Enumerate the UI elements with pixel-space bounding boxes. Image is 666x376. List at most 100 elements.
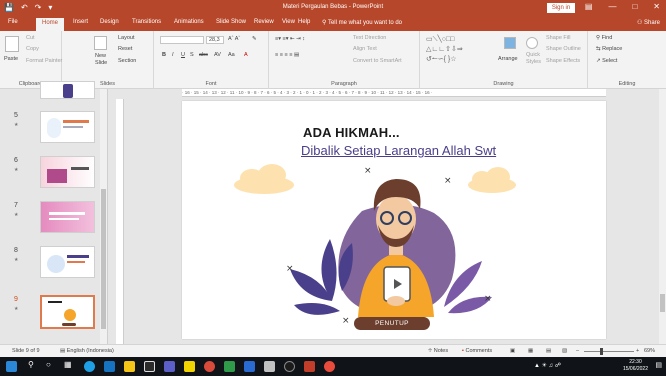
text-direction-button[interactable]: Text Direction xyxy=(353,35,386,41)
maximize-icon[interactable]: □ xyxy=(632,2,637,11)
layout-button[interactable]: Layout xyxy=(118,35,135,41)
slide-subtitle[interactable]: Dibalik Setiap Larangan Allah Swt xyxy=(301,143,496,158)
shape-fill-button[interactable]: Shape Fill xyxy=(546,35,570,41)
zoom-in-icon[interactable]: + xyxy=(636,348,639,354)
search-icon[interactable]: ⚲ xyxy=(28,360,34,369)
tab-help[interactable]: Help xyxy=(298,19,310,25)
new-slide-icon[interactable] xyxy=(94,36,107,50)
task-view-icon[interactable]: ▦ xyxy=(64,360,72,369)
strikethrough-button[interactable]: abc xyxy=(199,52,208,58)
tab-view[interactable]: View xyxy=(282,19,295,25)
powerpoint-icon[interactable] xyxy=(304,361,315,372)
penutup-button[interactable]: PENUTUP xyxy=(354,317,430,330)
notes-button[interactable]: ♱ Notes xyxy=(428,348,448,354)
cut-button[interactable]: Cut xyxy=(26,35,35,41)
edge-icon[interactable] xyxy=(84,361,95,372)
bold-button[interactable]: B xyxy=(162,52,166,58)
tell-me-search[interactable]: ⚲ Tell me what you want to do xyxy=(322,19,402,26)
share-button[interactable]: ⚇ Share xyxy=(637,19,660,26)
smartart-button[interactable]: Convert to SmartArt xyxy=(353,58,402,64)
shape-effects-button[interactable]: Shape Effects xyxy=(546,58,580,64)
grow-font-icon[interactable]: Aˆ Aˇ xyxy=(228,36,240,42)
close-icon[interactable]: ✕ xyxy=(653,2,660,11)
slide-thumbnail-6[interactable] xyxy=(40,156,95,188)
bullets-button[interactable]: ≡▾ ≡▾ ⇤ ⇥ ↕ xyxy=(275,36,305,42)
select-button[interactable]: ↗ Select xyxy=(596,58,617,64)
scrollbar-thumb[interactable] xyxy=(660,294,665,312)
teams-icon[interactable] xyxy=(164,361,175,372)
shapes-gallery-row3-icon[interactable]: ↺↼∽{ }☆ xyxy=(426,55,457,63)
shapes-gallery-row2-icon[interactable]: △∟∟⇧⇩⇒ xyxy=(426,45,463,53)
align-text-button[interactable]: Align Text xyxy=(353,46,377,52)
normal-view-icon[interactable]: ▣ xyxy=(510,348,515,354)
italic-button[interactable]: I xyxy=(172,52,174,58)
notifications-icon[interactable]: ▤ xyxy=(655,361,662,369)
word-icon[interactable] xyxy=(244,361,255,372)
tab-file[interactable]: File xyxy=(8,19,18,25)
clear-format-icon[interactable]: ✎ xyxy=(252,36,257,42)
quick-styles-button[interactable]: Quick xyxy=(526,52,540,58)
new-slide-button[interactable]: New xyxy=(95,53,106,59)
tab-design[interactable]: Design xyxy=(100,19,119,25)
slide-title[interactable]: ADA HIKMAH... xyxy=(303,125,400,140)
slideshow-icon[interactable]: ▧ xyxy=(562,348,567,354)
tab-home[interactable]: Home xyxy=(36,18,65,31)
comments-button[interactable]: ▪ Comments xyxy=(462,348,492,354)
arrange-button[interactable]: Arrange xyxy=(498,56,518,62)
font-name-combo[interactable] xyxy=(160,36,204,44)
slide-canvas[interactable]: × × × × × ADA HIKMAH... Dibalik Setiap L… xyxy=(182,101,606,339)
paste-button[interactable]: Paste xyxy=(4,56,18,62)
quick-styles-icon[interactable] xyxy=(526,37,538,49)
tab-insert[interactable]: Insert xyxy=(73,19,88,25)
slide-thumbnail-4[interactable] xyxy=(40,81,95,99)
reset-button[interactable]: Reset xyxy=(118,46,132,52)
app-icon[interactable] xyxy=(184,361,195,372)
slide-thumbnail-9-selected[interactable] xyxy=(40,295,95,329)
ribbon-display-icon[interactable]: ▤ xyxy=(585,2,593,11)
zoom-slider[interactable] xyxy=(584,351,634,352)
format-painter-button[interactable]: Format Painter xyxy=(26,58,62,64)
app-icon[interactable] xyxy=(284,361,295,372)
windows-start-icon[interactable] xyxy=(6,361,17,372)
system-tray-icons[interactable]: ▲ ☀ ♫ ☍ xyxy=(534,362,561,369)
tab-slide-show[interactable]: Slide Show xyxy=(216,19,246,25)
arrange-icon[interactable] xyxy=(504,37,516,49)
shapes-gallery-icon[interactable]: ▭⟍╲○□□ xyxy=(426,35,454,44)
copy-button[interactable]: Copy xyxy=(26,46,39,52)
align-buttons[interactable]: ≡ ≡ ≡ ≡ ▤ xyxy=(275,52,299,58)
section-button[interactable]: Section xyxy=(118,58,136,64)
reading-view-icon[interactable]: ▤ xyxy=(546,348,551,354)
app-icon[interactable] xyxy=(324,361,335,372)
slide-sorter-icon[interactable]: ▦ xyxy=(528,348,533,354)
cortana-icon[interactable]: ○ xyxy=(46,360,51,369)
file-explorer-icon[interactable] xyxy=(124,361,135,372)
shape-outline-button[interactable]: Shape Outline xyxy=(546,46,581,52)
zoom-slider-thumb[interactable] xyxy=(600,348,603,355)
slide-thumbnail-8[interactable] xyxy=(40,246,95,278)
paste-icon[interactable] xyxy=(5,36,19,52)
mail-icon[interactable] xyxy=(104,361,115,372)
language-indicator[interactable]: ▤ English (Indonesia) xyxy=(60,348,114,354)
chrome-icon[interactable] xyxy=(204,361,215,372)
store-icon[interactable] xyxy=(144,361,155,372)
app-icon[interactable] xyxy=(264,361,275,372)
app-icon[interactable] xyxy=(224,361,235,372)
tab-animations[interactable]: Animations xyxy=(174,19,204,25)
thumbnail-scrollbar[interactable] xyxy=(100,89,107,344)
slide-thumbnail-7[interactable] xyxy=(40,201,95,233)
slide-scrollbar[interactable] xyxy=(659,89,666,344)
shadow-button[interactable]: S xyxy=(190,52,194,58)
find-button[interactable]: ⚲ Find xyxy=(596,35,612,41)
tab-review[interactable]: Review xyxy=(254,19,274,25)
font-color-button[interactable]: A xyxy=(244,52,248,58)
change-case-button[interactable]: Aa xyxy=(228,52,235,58)
slide-thumbnail-5[interactable] xyxy=(40,111,95,143)
underline-button[interactable]: U xyxy=(181,52,185,58)
tab-transitions[interactable]: Transitions xyxy=(132,19,161,25)
scrollbar-thumb[interactable] xyxy=(101,189,106,329)
char-spacing-button[interactable]: AV xyxy=(214,52,221,58)
zoom-level[interactable]: 69% xyxy=(644,348,655,354)
font-size-combo[interactable]: 28,3 xyxy=(206,36,224,44)
minimize-icon[interactable]: — xyxy=(608,2,616,11)
clock[interactable]: 22:30 15/06/2022 xyxy=(623,359,648,373)
